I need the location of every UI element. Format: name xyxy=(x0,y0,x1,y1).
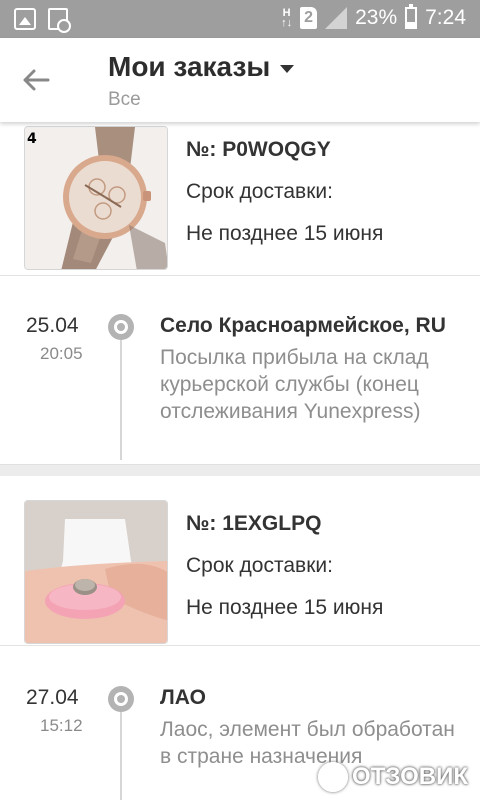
clock: 7:24 xyxy=(425,6,466,29)
event-description: Посылка прибыла на склад курьерской служ… xyxy=(160,346,429,423)
network-type-icon: H ↑↓ xyxy=(281,7,293,29)
timeline-dot-icon xyxy=(108,314,134,340)
timeline-line xyxy=(120,712,122,800)
battery-icon xyxy=(405,4,418,29)
order-number: №: P0WOQGY xyxy=(186,138,331,161)
orders-filter-dropdown[interactable]: Мои заказы Все xyxy=(108,51,295,111)
status-bar: H ↑↓ 2 23% 7:24 xyxy=(0,0,480,38)
event-location: Село Красноармейское, RU xyxy=(160,314,446,337)
event-location: ЛАО xyxy=(160,686,206,709)
watermark-text: ОТЗОВИК xyxy=(352,763,468,790)
product-image-soap-holder[interactable] xyxy=(24,500,168,644)
filter-subtitle: Все xyxy=(108,89,141,110)
delivery-deadline: Не позднее 15 июня xyxy=(186,222,384,245)
watch-image xyxy=(25,127,167,269)
orders-list[interactable]: 4 №: P0WOQGY Срок доставки: Не позднее 1… xyxy=(0,122,480,800)
order-card[interactable]: 4 №: P0WOQGY Срок доставки: Не позднее 1… xyxy=(0,122,480,276)
otzovik-watermark: ОТЗОВИК xyxy=(318,762,468,792)
soap-holder-image xyxy=(25,501,167,643)
battery-percent: 23% xyxy=(355,6,398,29)
otzovik-logo-icon xyxy=(318,762,349,792)
product-image-watch[interactable]: 4 xyxy=(24,126,168,270)
section-divider xyxy=(0,464,480,476)
tracking-event[interactable]: 25.04 20:05 Село Красноармейское, RU Пос… xyxy=(0,294,480,460)
event-time: 20:05 xyxy=(40,344,83,363)
delivery-deadline: Не позднее 15 июня xyxy=(186,596,384,619)
event-date: 27.04 xyxy=(26,686,79,709)
thumb-counter: 4 xyxy=(27,131,37,147)
back-arrow-icon[interactable] xyxy=(20,64,52,96)
delivery-label: Срок доставки: xyxy=(186,180,333,203)
gallery-notification-icon xyxy=(14,8,36,30)
file-notification-icon xyxy=(48,8,71,33)
page-title: Мои заказы xyxy=(108,51,271,82)
delivery-label: Срок доставки: xyxy=(186,554,333,577)
order-number: №: 1EXGLPQ xyxy=(186,512,322,535)
chevron-down-icon xyxy=(280,65,295,73)
timeline-line xyxy=(120,340,122,460)
event-date: 25.04 xyxy=(26,314,79,337)
timeline-dot-icon xyxy=(108,686,134,712)
event-time: 15:12 xyxy=(40,716,83,735)
signal-icon xyxy=(325,7,348,29)
app-bar: Мои заказы Все xyxy=(0,38,480,122)
sim-icon: 2 xyxy=(300,7,318,29)
order-card[interactable]: №: 1EXGLPQ Срок доставки: Не позднее 15 … xyxy=(0,476,480,646)
